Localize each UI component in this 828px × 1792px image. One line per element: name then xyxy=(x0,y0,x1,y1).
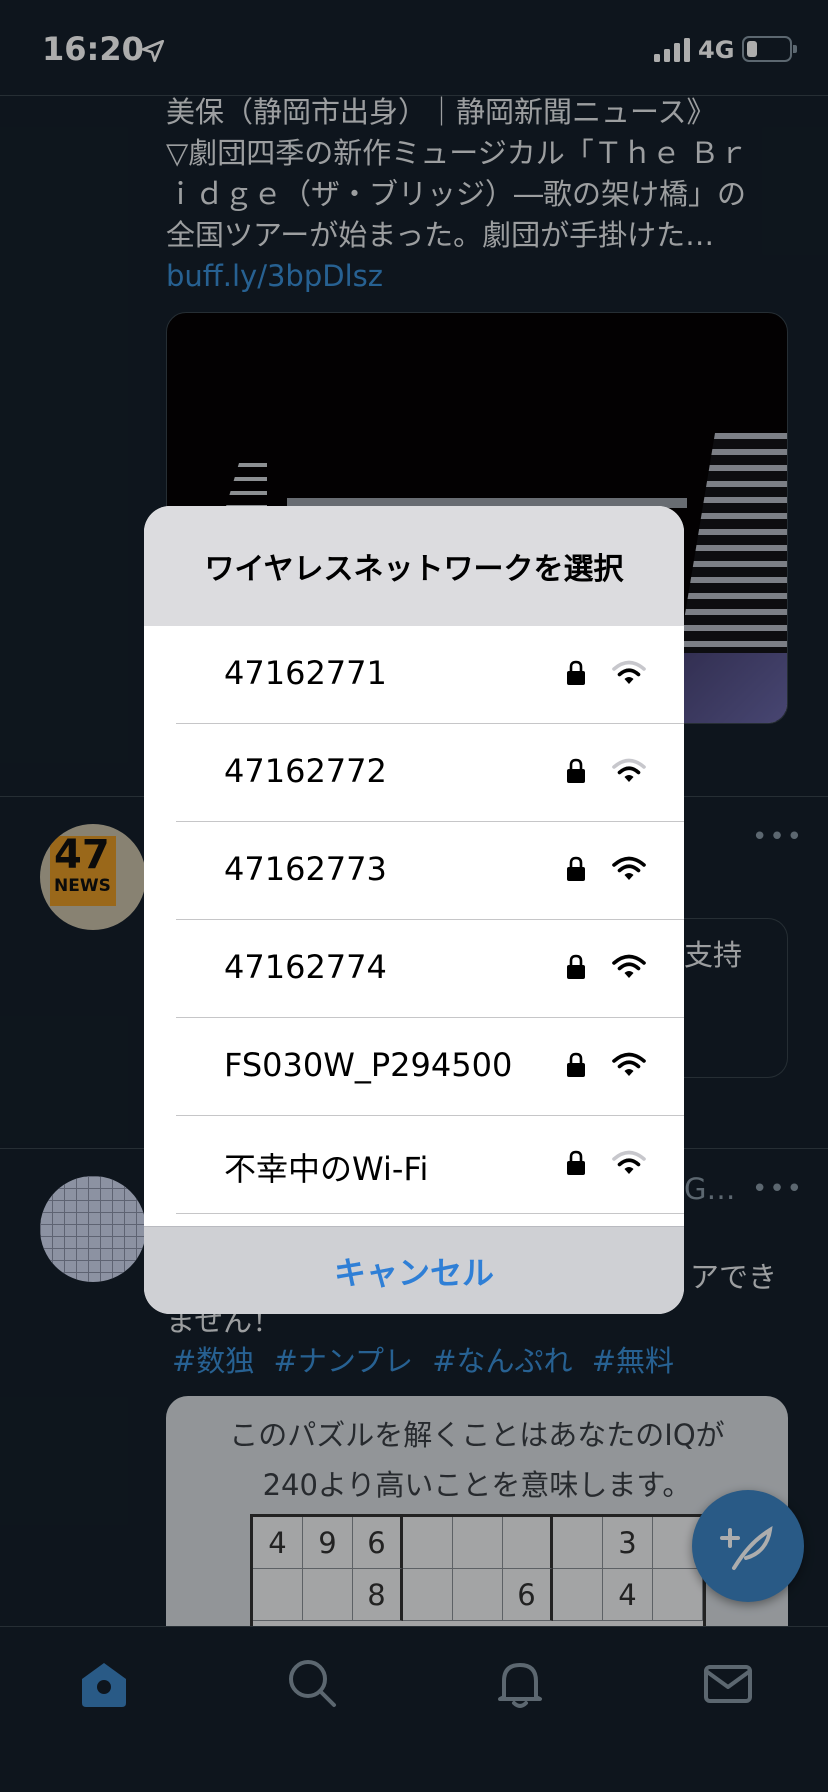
network-name: 不幸中のWi-Fi xyxy=(224,1150,429,1188)
wifi-icon xyxy=(612,1052,646,1076)
network-name: 47162771 xyxy=(224,654,387,692)
lock-icon xyxy=(567,1150,585,1175)
network-name: 47162774 xyxy=(224,948,387,986)
dialog-footer: キャンセル xyxy=(144,1226,684,1314)
network-list: 47162771 47162772 47162773 47162774 FS030W_P… xyxy=(144,626,684,1214)
dialog-title: ワイヤレスネットワークを選択 xyxy=(144,506,684,626)
wifi-icon xyxy=(612,660,646,684)
network-row[interactable]: 47162773 xyxy=(176,822,684,920)
cancel-button[interactable]: キャンセル xyxy=(334,1248,494,1294)
network-row[interactable]: 47162772 xyxy=(176,724,684,822)
network-row[interactable]: 47162771 xyxy=(176,626,684,724)
network-row[interactable]: 47162774 xyxy=(176,920,684,1018)
wifi-icon xyxy=(612,954,646,978)
lock-icon xyxy=(567,660,585,685)
network-name: FS030W_P294500 xyxy=(224,1046,513,1084)
wifi-picker-dialog: ワイヤレスネットワークを選択 47162771 47162772 47162773 4… xyxy=(144,506,684,1314)
lock-icon xyxy=(567,954,585,979)
wifi-icon xyxy=(612,1150,646,1174)
network-name: 47162772 xyxy=(224,752,387,790)
lock-icon xyxy=(567,1052,585,1077)
network-row[interactable]: FS030W_P294500 xyxy=(176,1018,684,1116)
wifi-icon xyxy=(612,758,646,782)
lock-icon xyxy=(567,758,585,783)
network-name: 47162773 xyxy=(224,850,387,888)
screen: 16:20 4G 美保（静岡市出身）｜静岡新聞ニュース》 ▽劇団四季の新作ミュー… xyxy=(0,0,828,1792)
network-row[interactable]: 不幸中のWi-Fi xyxy=(176,1116,684,1214)
lock-icon xyxy=(567,856,585,881)
wifi-icon xyxy=(612,856,646,880)
